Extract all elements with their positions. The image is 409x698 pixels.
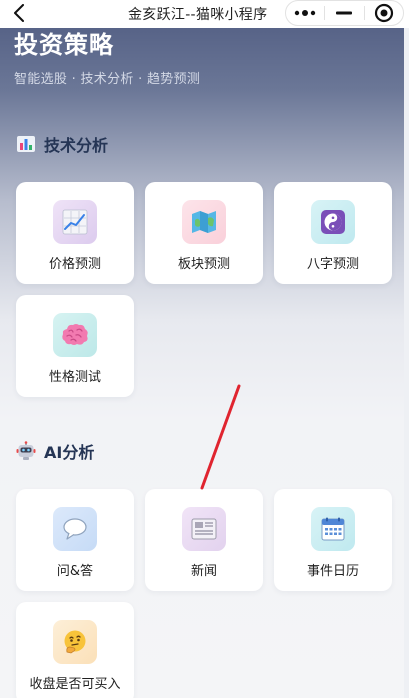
card-label: 收盘是否可买入	[29, 677, 121, 692]
more-button[interactable]	[286, 1, 324, 25]
robot-icon	[16, 441, 36, 460]
brain-icon	[62, 324, 88, 345]
newspaper-icon	[191, 518, 217, 540]
minimize-button[interactable]	[325, 1, 363, 25]
more-dots-icon	[294, 10, 316, 16]
card-icon-tile	[53, 313, 97, 357]
page-subtitle: 智能选股 · 技术分析 · 趋势预测	[14, 72, 201, 87]
scrollbar-track[interactable]	[404, 28, 409, 698]
thinking-face-icon	[64, 630, 86, 654]
bar-chart-icon	[17, 136, 35, 152]
card-label: 价格预测	[48, 257, 101, 272]
card-icon-tile	[182, 507, 226, 551]
map-icon	[192, 211, 216, 233]
minimize-icon	[336, 11, 353, 15]
section-header-tech: 技术分析	[16, 132, 108, 156]
card-personality-test[interactable]: 性格测试	[16, 295, 134, 397]
nav-title: 金亥跃江--猫咪小程序	[128, 7, 268, 23]
yin-yang-icon	[321, 210, 345, 234]
card-icon-tile	[53, 507, 97, 551]
card-buy-at-close[interactable]: 收盘是否可买入	[16, 602, 134, 698]
card-icon-tile	[182, 200, 226, 244]
top-navbar: 金亥跃江--猫咪小程序	[0, 0, 409, 28]
card-label: 性格测试	[48, 370, 101, 385]
card-price-forecast[interactable]: 价格预测	[16, 182, 134, 284]
card-label: 事件日历	[306, 564, 359, 579]
card-qa[interactable]: 问&答	[16, 489, 134, 591]
page-title: 投资策略	[14, 31, 114, 59]
card-label: 八字预测	[306, 257, 359, 272]
card-icon-tile	[311, 507, 355, 551]
target-close-icon	[374, 3, 393, 23]
card-bazi-forecast[interactable]: 八字预测	[274, 182, 392, 284]
section-header-ai: AI分析	[16, 439, 94, 463]
close-button[interactable]	[365, 1, 403, 25]
card-label: 新闻	[190, 564, 217, 579]
section-title: 技术分析	[44, 136, 109, 155]
section-title: AI分析	[44, 443, 95, 462]
chart-grid-icon	[62, 209, 88, 235]
mini-program-capsule	[285, 0, 404, 26]
speech-bubble-icon	[63, 518, 87, 540]
card-icon-tile	[53, 200, 97, 244]
calendar-icon	[321, 517, 345, 541]
chevron-left-icon	[14, 4, 24, 22]
card-icon-tile	[311, 200, 355, 244]
card-sector-forecast[interactable]: 板块预测	[145, 182, 263, 284]
back-button[interactable]	[8, 1, 30, 25]
card-event-calendar[interactable]: 事件日历	[274, 489, 392, 591]
card-icon-tile	[53, 620, 97, 664]
card-label: 板块预测	[177, 257, 230, 272]
card-label: 问&答	[56, 564, 94, 579]
card-news[interactable]: 新闻	[145, 489, 263, 591]
